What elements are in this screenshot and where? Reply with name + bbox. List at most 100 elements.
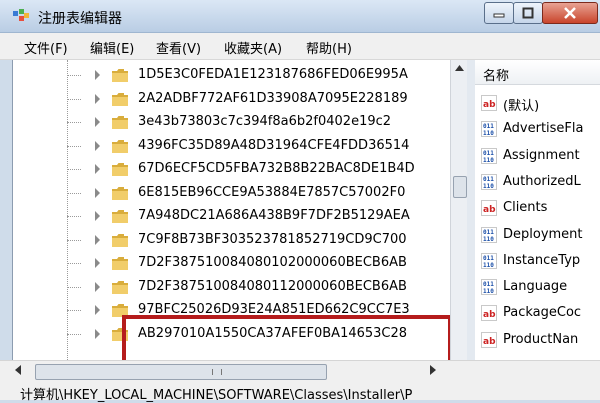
svg-text:011: 011 bbox=[483, 176, 494, 183]
tree-connector bbox=[67, 333, 81, 335]
tree-connector bbox=[67, 239, 81, 241]
folder-icon bbox=[112, 69, 128, 82]
svg-text:011: 011 bbox=[483, 255, 494, 262]
grip-icon bbox=[212, 369, 222, 375]
tree-connector bbox=[67, 75, 81, 76]
tree-row[interactable]: 67D6ECF5CD5FBA732B8B22BAC8DE1B4D bbox=[13, 158, 451, 180]
expand-arrow-icon[interactable] bbox=[95, 258, 100, 268]
expand-arrow-icon[interactable] bbox=[95, 234, 100, 245]
registry-editor-icon bbox=[13, 9, 29, 21]
tree-key-label: 7A948DC21A686A438B9F7DF2B5129AEA bbox=[138, 208, 410, 223]
value-row[interactable]: ab ProductNan bbox=[475, 327, 600, 353]
svg-text:110: 110 bbox=[483, 262, 494, 269]
tree-key-label: 7D2F387510084080112000060BECB6AB bbox=[138, 278, 407, 294]
svg-text:ab: ab bbox=[483, 310, 496, 320]
key-tree-pane[interactable]: 1D5E3C0FEDA1E123187686FED06E995A 2A2ADBF7… bbox=[12, 60, 451, 360]
values-list-pane[interactable]: 名称 ab (默认) 011 110 AdvertiseFla 011 110 Assignm… bbox=[475, 60, 600, 360]
tree-connector bbox=[67, 169, 81, 170]
expand-arrow-icon[interactable] bbox=[95, 211, 100, 221]
scroll-up-arrow-icon[interactable] bbox=[451, 60, 468, 77]
string-value-icon: ab bbox=[481, 200, 497, 217]
tree-connector bbox=[67, 216, 81, 217]
expand-arrow-icon[interactable] bbox=[95, 187, 100, 198]
value-name: AdvertiseFla bbox=[503, 121, 584, 137]
svg-text:110: 110 bbox=[483, 130, 494, 137]
tree-key-label: 4396FC35D89A48D31964CFE4FDD36514 bbox=[138, 137, 410, 153]
menu-favorites[interactable]: 收藏夹(A) bbox=[224, 38, 282, 57]
menu-edit[interactable]: 编辑(E) bbox=[90, 38, 134, 57]
tree-row[interactable]: 1D5E3C0FEDA1E123187686FED06E995A bbox=[13, 64, 451, 86]
expand-arrow-icon[interactable] bbox=[95, 117, 100, 127]
status-path: 计算机\HKEY_LOCAL_MACHINE\SOFTWARE\Classes\… bbox=[20, 388, 413, 403]
menu-help[interactable]: 帮助(H) bbox=[306, 38, 352, 57]
scroll-left-arrow-icon[interactable] bbox=[15, 365, 21, 375]
expand-arrow-icon[interactable] bbox=[95, 328, 100, 339]
tree-key-label: 1D5E3C0FEDA1E123187686FED06E995A bbox=[138, 67, 408, 82]
folder-icon bbox=[112, 116, 128, 129]
tree-key-label: 67D6ECF5CD5FBA732B8B22BAC8DE1B4D bbox=[138, 161, 415, 176]
expand-arrow-icon[interactable] bbox=[95, 93, 100, 104]
svg-text:011: 011 bbox=[483, 229, 494, 236]
folder-icon bbox=[112, 210, 128, 223]
value-row[interactable]: ab Clients bbox=[475, 195, 600, 221]
value-row[interactable]: 011 110 InstanceTyp bbox=[475, 248, 600, 274]
string-value-icon: ab bbox=[481, 305, 497, 322]
tree-row[interactable]: 7A948DC21A686A438B9F7DF2B5129AEA bbox=[13, 205, 451, 227]
svg-text:ab: ab bbox=[483, 100, 496, 110]
tree-row[interactable]: 7D2F387510084080102000060BECB6AB bbox=[13, 252, 451, 274]
tree-vertical-scrollbar[interactable] bbox=[450, 60, 468, 360]
svg-text:ab: ab bbox=[483, 205, 496, 215]
tree-connector bbox=[67, 310, 81, 311]
scroll-right-arrow-icon[interactable] bbox=[430, 365, 436, 375]
value-name: AuthorizedL bbox=[503, 173, 581, 189]
maximize-icon bbox=[522, 7, 534, 19]
value-row[interactable]: ab PackageCoc bbox=[475, 300, 600, 326]
binary-value-icon: 011110 bbox=[481, 121, 497, 138]
value-row[interactable]: 011 110 Language bbox=[475, 274, 600, 300]
svg-text:011: 011 bbox=[483, 150, 494, 157]
folder-icon bbox=[112, 233, 128, 247]
column-header-name[interactable]: 名称 bbox=[475, 60, 600, 85]
expand-arrow-icon[interactable] bbox=[95, 305, 100, 315]
value-name: Clients bbox=[503, 200, 548, 216]
horizontal-scrollbar[interactable] bbox=[0, 360, 600, 383]
status-bar: 计算机\HKEY_LOCAL_MACHINE\SOFTWARE\Classes\… bbox=[0, 383, 600, 403]
expand-arrow-icon[interactable] bbox=[95, 140, 100, 151]
svg-text:110: 110 bbox=[483, 183, 494, 190]
scroll-thumb[interactable] bbox=[453, 176, 467, 198]
svg-text:011: 011 bbox=[483, 123, 494, 130]
value-name: Assignment bbox=[503, 147, 580, 163]
tree-row[interactable]: 7C9F8B73BF303523781852719CD9C700 bbox=[13, 229, 451, 251]
expand-arrow-icon[interactable] bbox=[95, 281, 100, 292]
close-button[interactable] bbox=[542, 2, 598, 24]
minimize-button[interactable] bbox=[484, 2, 514, 24]
tree-row[interactable]: 7D2F387510084080112000060BECB6AB bbox=[13, 276, 451, 298]
tree-row[interactable]: 3e43b73803c7c394f8a6b2f0402e19c2 bbox=[13, 111, 451, 133]
svg-text:110: 110 bbox=[483, 288, 494, 295]
binary-value-icon: 011110 bbox=[481, 279, 497, 296]
menu-view[interactable]: 查看(V) bbox=[156, 38, 201, 57]
expand-arrow-icon[interactable] bbox=[95, 70, 100, 80]
pane-splitter[interactable] bbox=[467, 60, 475, 360]
tree-row[interactable]: 6E815EB96CCE9A53884E7857C57002F0 bbox=[13, 182, 451, 204]
expand-arrow-icon[interactable] bbox=[95, 164, 100, 174]
value-row[interactable]: 011 110 Assignment bbox=[475, 143, 600, 169]
tree-row[interactable]: 2A2ADBF772AF61D33908A7095E228189 bbox=[13, 88, 451, 110]
folder-icon bbox=[112, 186, 128, 200]
horizontal-scroll-thumb[interactable] bbox=[35, 364, 327, 380]
value-row[interactable]: 011 110 Deployment bbox=[475, 222, 600, 248]
close-icon bbox=[564, 7, 576, 19]
tree-connector bbox=[67, 145, 81, 147]
tree-row[interactable]: 4396FC35D89A48D31964CFE4FDD36514 bbox=[13, 135, 451, 157]
menu-file[interactable]: 文件(F) bbox=[24, 38, 68, 57]
binary-value-icon: 011110 bbox=[481, 252, 497, 269]
folder-icon bbox=[112, 139, 128, 153]
maximize-button[interactable] bbox=[513, 2, 543, 24]
value-row[interactable]: 011 110 AdvertiseFla bbox=[475, 116, 600, 142]
value-name: InstanceTyp bbox=[503, 252, 581, 268]
value-row[interactable]: 011 110 AuthorizedL bbox=[475, 169, 600, 195]
title-bar: 注册表编辑器 bbox=[0, 0, 600, 33]
tree-connector bbox=[67, 263, 81, 264]
value-row[interactable]: ab (默认) bbox=[475, 90, 600, 116]
svg-text:110: 110 bbox=[483, 236, 494, 243]
